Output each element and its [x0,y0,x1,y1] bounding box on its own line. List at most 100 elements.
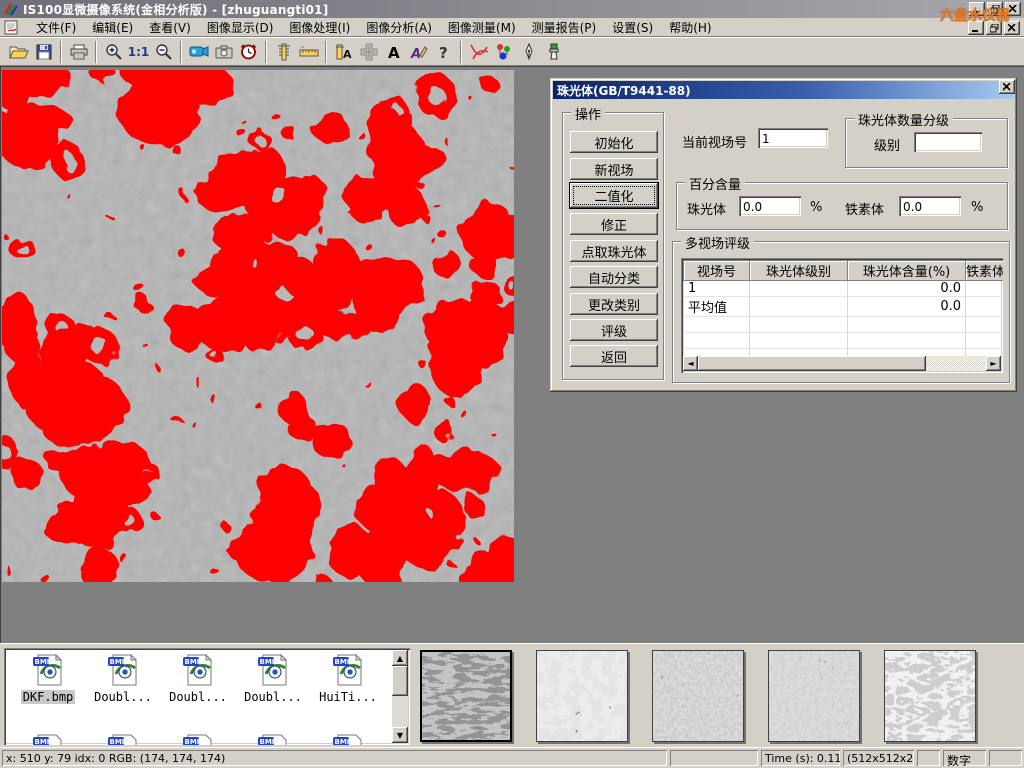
pick-pearlite-button[interactable]: 点取珠光体 [570,240,658,262]
file-item[interactable]: BMP [87,732,159,745]
new-field-button[interactable]: 新视场 [570,158,658,180]
menu-image-analysis[interactable]: 图像分析(A) [358,17,440,38]
file-item[interactable]: BMP DKF.bmp [12,652,84,704]
label-points-button[interactable] [491,40,516,64]
file-item[interactable]: BMP Doubl... [162,652,234,704]
toolbar-separator [180,41,182,63]
video-camera-button[interactable] [186,40,211,64]
text-label-button[interactable]: A [381,40,406,64]
file-item[interactable]: BMP Doubl... [237,652,309,704]
open-file-button[interactable] [6,40,31,64]
thumbnail-4[interactable] [768,650,860,742]
hscroll-thumb[interactable] [698,356,926,371]
actual-size-button[interactable]: 1:1 [126,40,151,64]
menu-edit[interactable]: 编辑(E) [84,17,141,38]
scroll-down-button[interactable]: ▼ [392,727,408,743]
table-hscrollbar[interactable]: ◄ ► [683,356,1001,371]
pearlite-dialog: 珠光体(GB/T9441-88) 操作 初始化 新视场 二值化 修正 点取珠光体… [550,78,1017,392]
menu-view[interactable]: 查看(V) [141,17,199,38]
col-pearlite-grade[interactable]: 珠光体级别 [750,261,848,281]
help-icon: ? [438,44,450,60]
file-item[interactable]: BMP [237,732,309,745]
col-pearlite-content[interactable]: 珠光体含量(%) [848,261,966,281]
caliper-text-icon: A [335,43,353,61]
menu-image-processing[interactable]: 图像处理(I) [281,17,358,38]
brush-tool-button[interactable] [541,40,566,64]
grid-cross-button[interactable] [356,40,381,64]
file-item[interactable]: BMP [312,732,384,745]
col-field-number[interactable]: 视场号 [684,261,750,281]
bmp-file-icon: BMP [256,732,290,745]
svg-text:A: A [388,44,400,60]
close-button[interactable] [1005,2,1021,16]
toolbar: 1:1 A A A ? [0,37,1024,66]
file-item[interactable]: BMP HuiTi... [312,652,384,704]
mdi-restore-button[interactable] [986,21,1002,35]
scroll-up-button[interactable]: ▲ [392,650,408,666]
file-item[interactable]: BMP Doubl... [87,652,159,704]
menu-measure-report[interactable]: 测量报告(P) [524,17,605,38]
menu-image-measure[interactable]: 图像测量(M) [440,17,524,38]
measure-text-button[interactable]: A [331,40,356,64]
filelist-vscrollbar[interactable]: ▲ ▼ [392,650,408,743]
file-item[interactable]: BMP [12,732,84,745]
vertical-caliper-icon [276,43,292,61]
scroll-right-button[interactable]: ► [986,356,1001,371]
minimize-button[interactable] [969,2,985,16]
bottom-panel: BMP DKF.bmp BMP Doubl... BMP [0,643,1024,747]
svg-text:BMP: BMP [110,658,127,666]
binarize-button[interactable]: 二值化 [570,183,658,208]
caliper-vertical-button[interactable] [271,40,296,64]
zoom-in-button[interactable] [101,40,126,64]
curve-tool-button[interactable] [466,40,491,64]
auto-classify-button[interactable]: 自动分类 [570,266,658,288]
thumbnail-2[interactable] [536,650,628,742]
grade-input[interactable] [914,132,982,152]
cell [750,281,848,297]
change-class-button[interactable]: 更改类别 [570,293,658,315]
initialize-button[interactable]: 初始化 [570,131,658,153]
scroll-left-icon: ◄ [687,359,693,368]
dialog-close-button[interactable] [999,80,1015,94]
table-row[interactable]: 平均值 0.0 [684,297,1004,317]
menu-settings[interactable]: 设置(S) [604,17,661,38]
correct-button[interactable]: 修正 [570,213,658,235]
table-row[interactable]: 1 0.0 [684,281,1004,297]
menu-image-display[interactable]: 图像显示(D) [199,17,282,38]
vscroll-thumb[interactable] [392,666,408,696]
colored-points-icon [495,43,513,61]
restore-button[interactable] [987,2,1003,16]
hscroll-track[interactable] [926,356,986,371]
save-button[interactable] [31,40,56,64]
pen-tool-button[interactable] [516,40,541,64]
grade-button[interactable]: 评级 [570,319,658,341]
status-mode: 数字 [943,750,986,766]
micrograph-image[interactable] [2,70,514,582]
return-button[interactable]: 返回 [570,345,658,367]
ferrite-percent-input[interactable] [899,196,961,216]
dialog-title-bar[interactable]: 珠光体(GB/T9441-88) [553,81,1014,99]
file-name: Doubl... [92,690,154,704]
file-item[interactable]: BMP [162,732,234,745]
timer-button[interactable] [236,40,261,64]
help-button[interactable]: ? [431,40,456,64]
thumbnail-5[interactable] [884,650,976,742]
open-folder-icon [9,44,29,60]
menu-file[interactable]: 文件(F) [28,17,84,38]
cell: 0.0 [848,297,966,317]
thumbnail-1[interactable] [420,650,512,742]
edit-annotation-button[interactable]: A [406,40,431,64]
thumbnail-3[interactable] [652,650,744,742]
mdi-minimize-button[interactable] [968,21,984,35]
col-ferrite[interactable]: 铁素体 [966,261,1004,281]
capture-button[interactable] [211,40,236,64]
print-button[interactable] [66,40,91,64]
menu-help[interactable]: 帮助(H) [661,17,719,38]
mdi-close-button[interactable] [1004,21,1020,35]
pearlite-percent-input[interactable] [739,196,801,216]
scroll-left-button[interactable]: ◄ [683,356,698,371]
zoom-out-button[interactable] [151,40,176,64]
svg-text:BMP: BMP [185,658,202,666]
ruler-horizontal-button[interactable] [296,40,321,64]
current-field-input[interactable] [758,128,828,148]
